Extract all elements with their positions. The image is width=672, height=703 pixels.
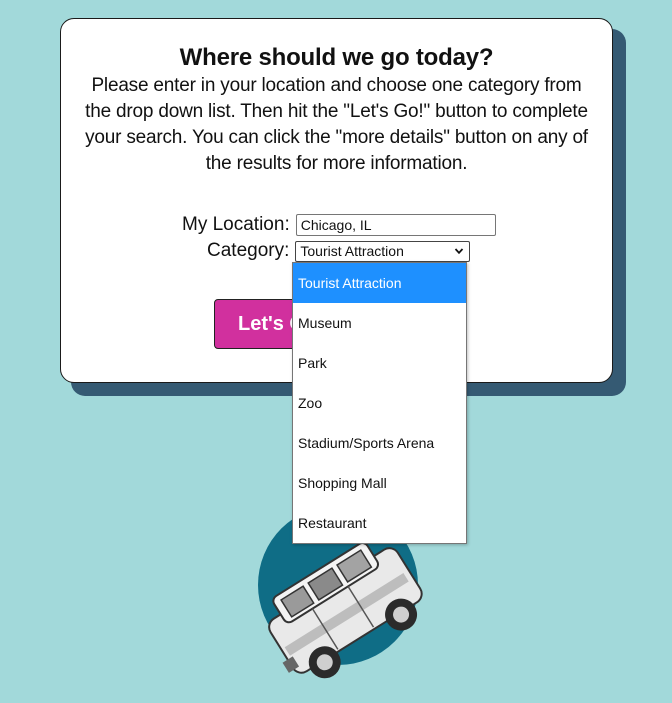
category-row: Category: Tourist Attraction <box>207 240 471 262</box>
option-museum[interactable]: Museum <box>293 303 466 343</box>
location-label: My Location: <box>182 214 290 235</box>
option-zoo[interactable]: Zoo <box>293 383 466 423</box>
location-input[interactable] <box>295 214 496 236</box>
instructions-text: Please enter in your location and choose… <box>85 75 588 174</box>
location-row: My Location: <box>182 214 496 236</box>
option-shopping-mall[interactable]: Shopping Mall <box>293 463 466 503</box>
category-label: Category: <box>207 240 290 261</box>
option-park[interactable]: Park <box>293 343 466 383</box>
option-restaurant[interactable]: Restaurant <box>293 503 466 543</box>
option-tourist-attraction[interactable]: Tourist Attraction <box>293 263 466 303</box>
category-select[interactable]: Tourist Attraction <box>295 240 471 262</box>
page-title: Where should we go today? <box>179 44 494 71</box>
category-selected-value: Tourist Attraction <box>300 242 404 259</box>
chevron-down-icon <box>455 247 464 254</box>
option-stadium-sports-arena[interactable]: Stadium/Sports Arena <box>293 423 466 463</box>
category-dropdown-list[interactable]: Tourist Attraction Museum Park Zoo Stadi… <box>292 262 467 544</box>
